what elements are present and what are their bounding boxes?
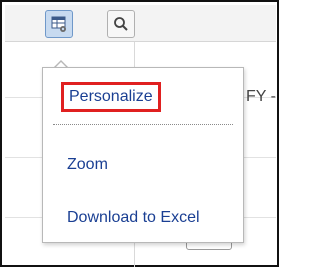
personalize-button[interactable] [45, 10, 73, 38]
search-button[interactable] [107, 10, 135, 38]
menu-item-zoom[interactable]: Zoom [67, 155, 108, 175]
menu-separator [53, 124, 233, 125]
personalize-dropdown-menu: Personalize Zoom Download to Excel [42, 67, 244, 243]
screenshot-frame: FY - Personalize Zoom Download to Excel [0, 0, 279, 267]
column-header-fragment: FY - [246, 88, 276, 105]
menu-item-personalize[interactable]: Personalize [61, 82, 161, 112]
menu-item-download-to-excel[interactable]: Download to Excel [67, 208, 200, 228]
